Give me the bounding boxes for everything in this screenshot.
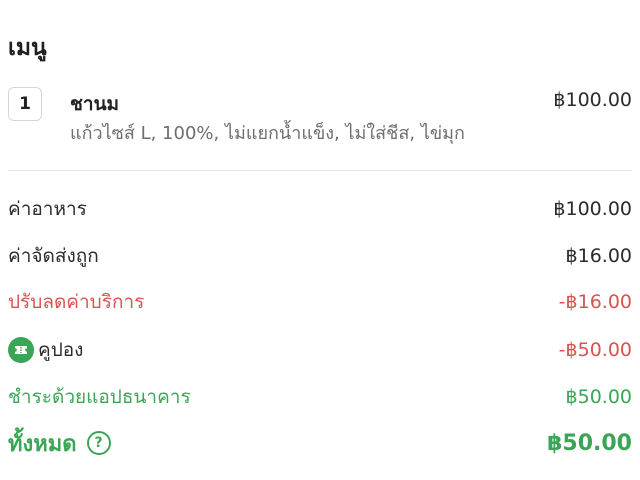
food-cost-value: ฿100.00 bbox=[553, 198, 632, 220]
divider bbox=[8, 170, 632, 171]
item-name: ชานม bbox=[70, 93, 120, 115]
bank-app-payment-row: ชำระด้วยแอปธนาคาร ฿50.00 bbox=[8, 382, 632, 412]
menu-section-title: เมนู bbox=[8, 35, 47, 61]
coupon-value: -฿50.00 bbox=[558, 339, 632, 361]
food-cost-row: ค่าอาหาร ฿100.00 bbox=[8, 194, 632, 224]
food-cost-label: ค่าอาหาร bbox=[8, 198, 87, 220]
bank-app-payment-label: ชำระด้วยแอปธนาคาร bbox=[8, 386, 191, 408]
service-discount-value: -฿16.00 bbox=[558, 291, 632, 313]
service-discount-label: ปรับลดค่าบริการ bbox=[8, 291, 145, 313]
help-icon[interactable]: ? bbox=[86, 431, 111, 455]
coupon-row[interactable]: คูปอง -฿50.00 bbox=[8, 335, 632, 365]
item-quantity[interactable]: 1 bbox=[8, 87, 42, 121]
total-row: ทั้งหมด ? ฿50.00 bbox=[8, 428, 632, 458]
total-label: ทั้งหมด bbox=[8, 431, 77, 457]
bank-app-payment-value: ฿50.00 bbox=[565, 386, 632, 408]
service-discount-row: ปรับลดค่าบริการ -฿16.00 bbox=[8, 287, 632, 317]
item-options: แก้วไซส์ L, 100%, ไม่แยกน้ำแข็ง, ไม่ใส่ช… bbox=[70, 123, 465, 144]
delivery-fee-label: ค่าจัดส่งถูก bbox=[8, 245, 99, 267]
coupon-label: คูปอง bbox=[38, 339, 84, 361]
total-value: ฿50.00 bbox=[547, 430, 632, 456]
delivery-fee-value: ฿16.00 bbox=[565, 245, 632, 267]
delivery-fee-row: ค่าจัดส่งถูก ฿16.00 bbox=[8, 241, 632, 271]
item-price: ฿100.00 bbox=[553, 89, 632, 111]
coupon-icon bbox=[8, 337, 34, 363]
